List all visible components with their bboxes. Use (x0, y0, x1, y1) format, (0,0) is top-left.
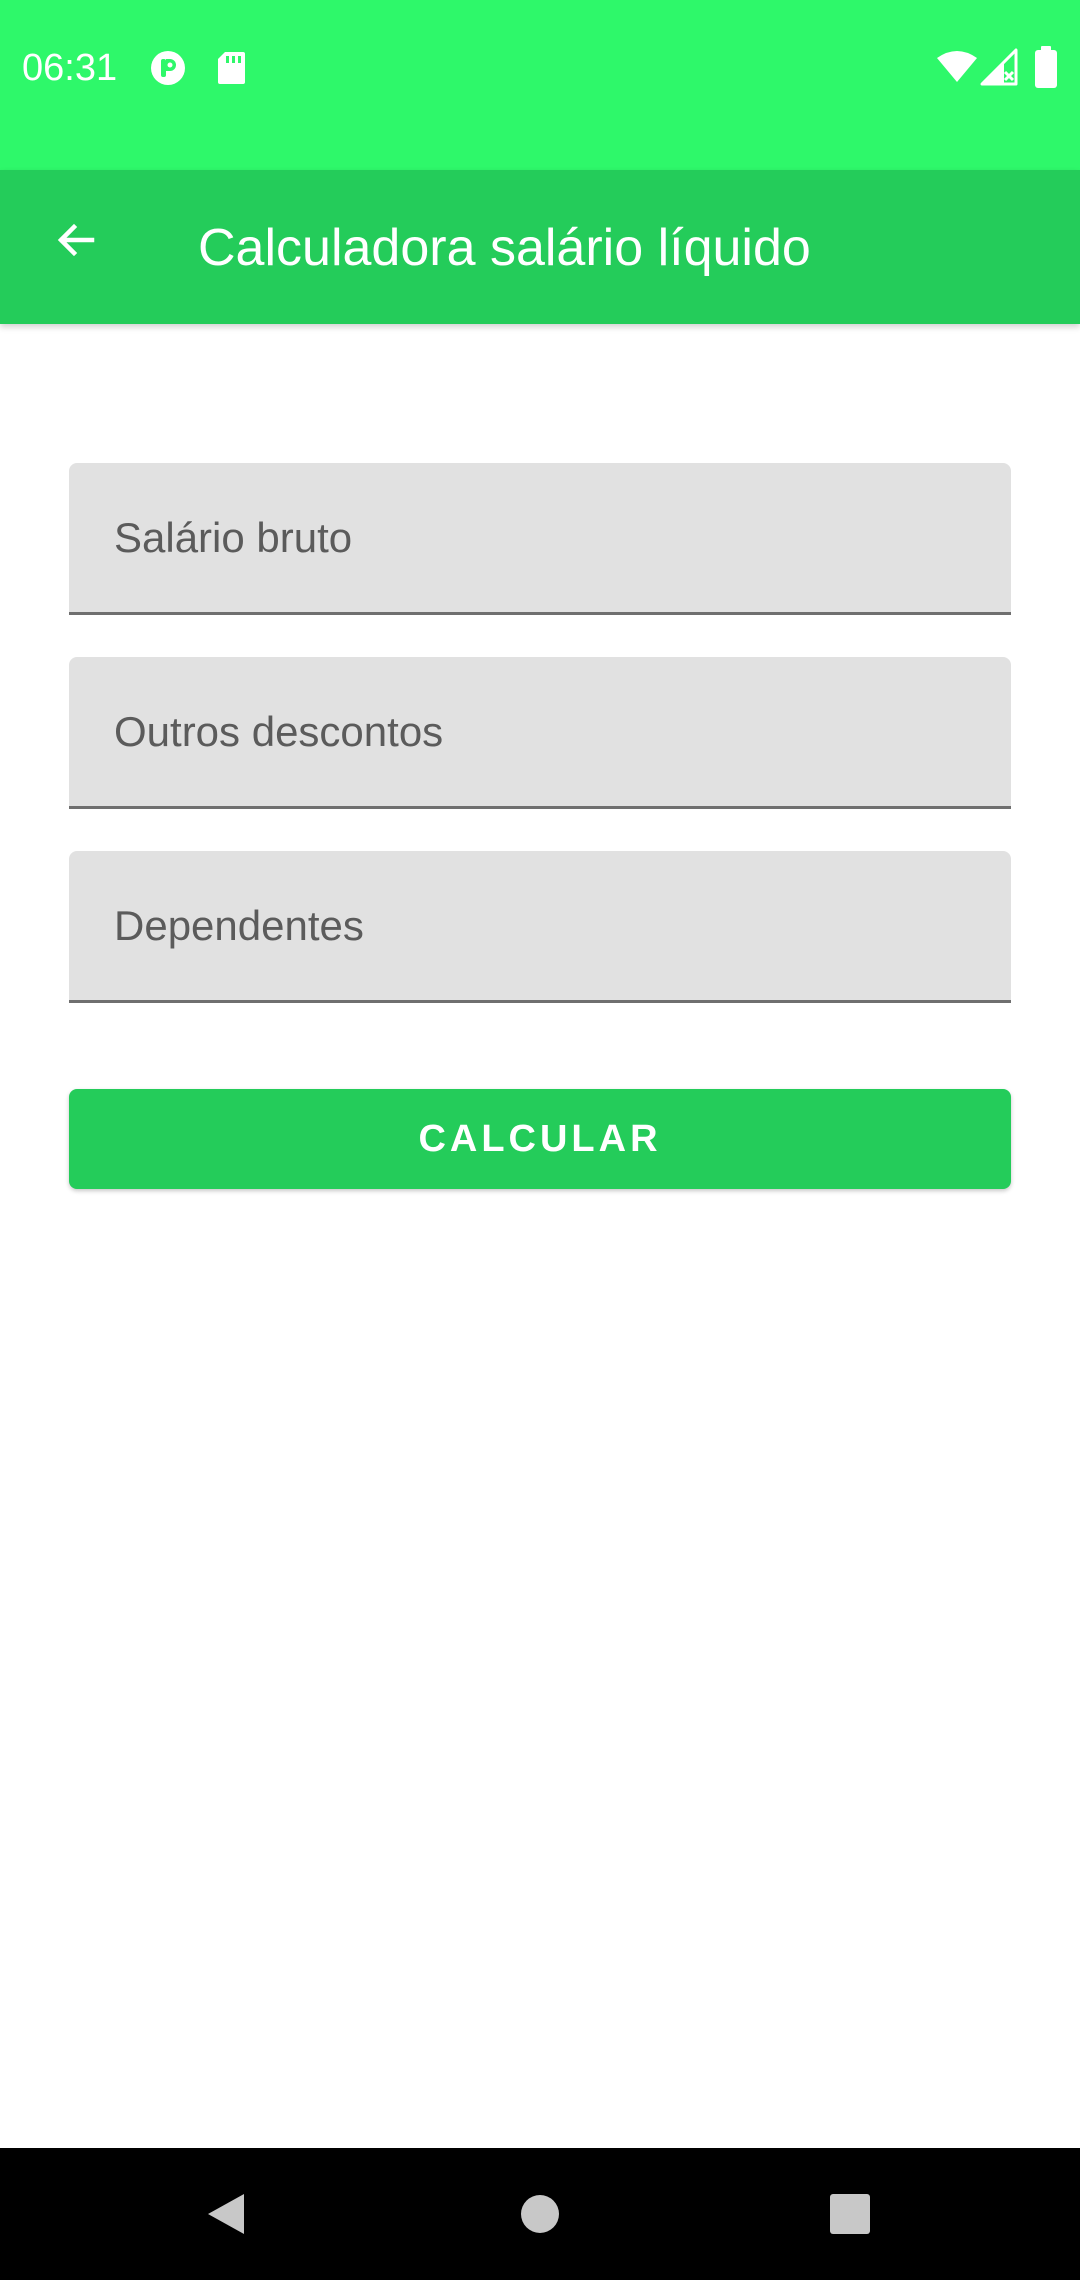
nav-home-button[interactable] (488, 2162, 592, 2266)
back-triangle-icon (208, 2194, 244, 2234)
wifi-icon (937, 51, 977, 82)
signal-icon (980, 48, 1018, 86)
dependents-input[interactable] (69, 851, 1011, 1000)
home-circle-icon (521, 2195, 559, 2233)
navigation-bar (0, 2148, 1080, 2280)
calculate-button[interactable]: CALCULAR (69, 1089, 1011, 1189)
gross-salary-field[interactable] (69, 463, 1011, 615)
page-title: Calculadora salário líquido (198, 219, 811, 277)
sd-card-icon (218, 52, 245, 84)
status-time: 06:31 (22, 47, 118, 89)
nav-back-button[interactable] (174, 2162, 278, 2266)
battery-icon (1035, 46, 1057, 88)
arrow-left-icon (57, 223, 95, 257)
recents-square-icon (830, 2194, 870, 2234)
nav-recents-button[interactable] (798, 2162, 902, 2266)
status-bar: 06:31 (0, 0, 1080, 170)
other-discounts-field[interactable] (69, 657, 1011, 809)
screen: 06:31 Calculadora salário líquido Salári… (0, 0, 1080, 2280)
other-discounts-input[interactable] (69, 657, 1011, 806)
back-button[interactable] (28, 192, 124, 288)
notification-p-icon (151, 51, 185, 85)
app-bar: Calculadora salário líquido (0, 170, 1080, 324)
dependents-field[interactable] (69, 851, 1011, 1003)
gross-salary-input[interactable] (69, 463, 1011, 612)
